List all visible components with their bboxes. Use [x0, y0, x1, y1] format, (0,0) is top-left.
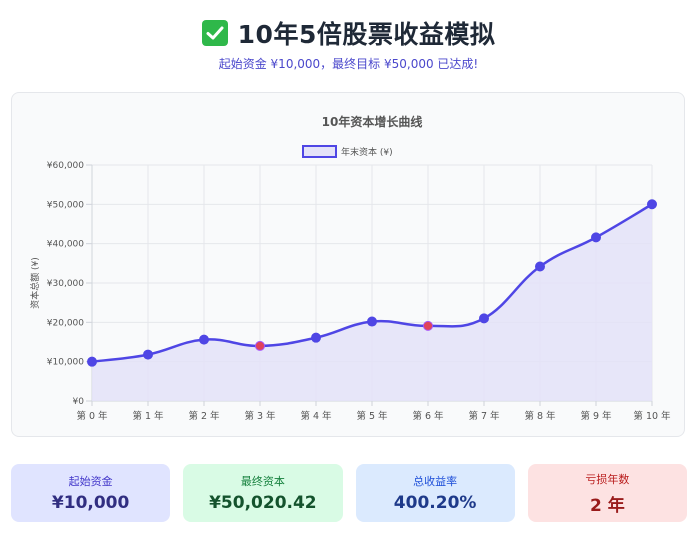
data-point	[591, 232, 601, 243]
stat-value: 2 年	[590, 495, 625, 516]
stat-value: 400.20%	[393, 493, 477, 513]
x-tick-label: 第 6 年	[412, 410, 444, 422]
stat-value: ¥10,000	[51, 493, 130, 513]
x-tick-label: 第 3 年	[244, 410, 276, 422]
x-tick-label: 第 4 年	[300, 410, 332, 422]
data-point-loss	[255, 340, 265, 351]
x-tick-label: 第 0 年	[76, 410, 108, 422]
data-point	[535, 261, 545, 272]
stats-row: 起始资金 ¥10,000 最终资本 ¥50,020.42 总收益率 400.20…	[11, 464, 687, 522]
y-tick-label: ¥20,000	[47, 318, 84, 328]
stat-card-loss-years: 亏损年数 2 年	[527, 464, 687, 522]
x-tick-label: 第 1 年	[132, 410, 164, 422]
page-subtitle: 起始资金 ¥10,000，最终目标 ¥50,000 已达成!	[218, 57, 479, 71]
x-tick-label: 第 9 年	[580, 410, 612, 422]
page-title: 10年5倍股票收益模拟	[237, 20, 496, 49]
data-point	[311, 332, 321, 343]
legend-swatch	[302, 145, 337, 158]
stat-card-total-return: 总收益率 400.20%	[355, 464, 515, 522]
x-tick-label: 第 7 年	[468, 410, 500, 422]
title-row: 10年5倍股票收益模拟	[0, 14, 697, 52]
y-axis-label: 资本总额 (¥)	[29, 257, 41, 309]
x-tick-label: 第 2 年	[188, 410, 220, 422]
x-tick-label: 第 5 年	[356, 410, 388, 422]
data-point	[367, 316, 377, 327]
chart-card: 10年资本增长曲线年末资本 (¥) ¥0 ¥10,000 ¥20,000 ¥30,000…	[11, 92, 685, 437]
x-tick-label: 第 10 年	[633, 410, 671, 422]
legend-label: 年末资本 (¥)	[341, 146, 393, 158]
y-tick-label: ¥10,000	[47, 358, 84, 368]
y-tick-label: ¥0	[73, 397, 85, 407]
page-header: 10年5倍股票收益模拟 起始资金 ¥10,000，最终目标 ¥50,000 已达…	[0, 14, 697, 72]
stat-value: ¥50,020.42	[209, 493, 317, 513]
data-point	[647, 199, 657, 210]
data-point	[199, 334, 209, 345]
y-tick-label: ¥60,000	[47, 161, 84, 171]
stat-card-start-capital: 起始资金 ¥10,000	[11, 464, 171, 522]
data-point	[479, 313, 489, 324]
chart-title: 10年资本增长曲线	[322, 114, 423, 129]
stat-label: 起始资金	[68, 475, 113, 488]
y-tick-label: ¥30,000	[47, 279, 84, 289]
y-tick-label: ¥50,000	[47, 200, 84, 210]
data-point	[87, 356, 97, 367]
stat-label: 最终资本	[240, 475, 285, 488]
data-point	[143, 349, 153, 360]
y-tick-label: ¥40,000	[47, 240, 84, 250]
stat-label: 总收益率	[413, 475, 458, 488]
stat-label: 亏损年数	[585, 472, 630, 486]
x-tick-label: 第 8 年	[524, 410, 556, 422]
growth-chart: 10年资本增长曲线年末资本 (¥) ¥0 ¥10,000 ¥20,000 ¥30,000…	[29, 114, 671, 422]
data-point-loss	[423, 320, 433, 331]
stat-card-final-capital: 最终资本 ¥50,020.42	[183, 464, 343, 522]
check-mark-icon	[201, 20, 228, 46]
